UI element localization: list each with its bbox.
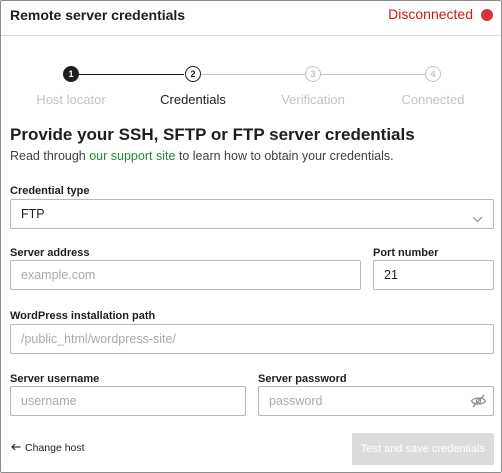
change-host-label: Change host	[25, 442, 85, 454]
step-3-marker: 3	[305, 66, 321, 82]
step-4-label: Connected	[401, 92, 465, 107]
server-password-input[interactable]	[258, 386, 494, 416]
step-connector-2	[201, 74, 305, 75]
step-2-number: 2	[190, 69, 196, 79]
form-intro: Read through our support site to learn h…	[10, 149, 394, 163]
credential-type-value: FTP	[21, 207, 45, 221]
server-password-label: Server password	[258, 373, 347, 385]
progress-stepper: 1 2 3 4 Host locator Credentials Verific…	[1, 61, 501, 111]
step-connector-1	[79, 74, 184, 75]
panel-title: Remote server credentials	[10, 7, 186, 23]
credentials-panel: Remote server credentials Disconnected 1…	[0, 0, 502, 473]
server-username-input[interactable]	[10, 386, 246, 416]
server-username-label: Server username	[10, 373, 100, 385]
status-indicator-dot	[481, 9, 493, 21]
step-1-marker: 1	[63, 66, 79, 82]
intro-text-before: Read through	[10, 149, 90, 163]
credential-type-label: Credential type	[10, 185, 90, 197]
step-3-number: 3	[310, 69, 316, 79]
connection-status: Disconnected	[388, 6, 473, 22]
test-and-save-button[interactable]: Test and save credentials	[352, 433, 494, 465]
step-3-label: Verification	[281, 92, 345, 107]
change-host-button[interactable]: Change host	[11, 442, 85, 454]
step-1-number: 1	[68, 69, 74, 79]
step-4-number: 4	[430, 69, 436, 79]
port-number-input[interactable]	[373, 260, 494, 290]
form-heading: Provide your SSH, SFTP or FTP server cre…	[10, 125, 415, 144]
eye-slash-icon[interactable]	[470, 393, 487, 414]
wp-path-input[interactable]	[10, 324, 494, 354]
panel-header: Remote server credentials Disconnected	[1, 1, 501, 36]
support-site-link[interactable]: our support site	[89, 149, 175, 163]
step-1-label: Host locator	[36, 92, 106, 107]
port-number-label: Port number	[373, 247, 439, 259]
server-address-input[interactable]	[10, 260, 361, 290]
credential-type-select[interactable]: FTP	[10, 199, 494, 229]
wp-path-label: WordPress installation path	[10, 310, 156, 322]
chevron-down-icon	[472, 210, 483, 228]
step-2-marker: 2	[185, 66, 201, 82]
step-4-marker: 4	[425, 66, 441, 82]
intro-text-after: to learn how to obtain your credentials.	[175, 149, 394, 163]
arrow-left-icon	[11, 442, 21, 454]
step-connector-3	[321, 74, 425, 75]
step-2-label: Credentials	[160, 92, 226, 107]
server-address-label: Server address	[10, 247, 90, 259]
